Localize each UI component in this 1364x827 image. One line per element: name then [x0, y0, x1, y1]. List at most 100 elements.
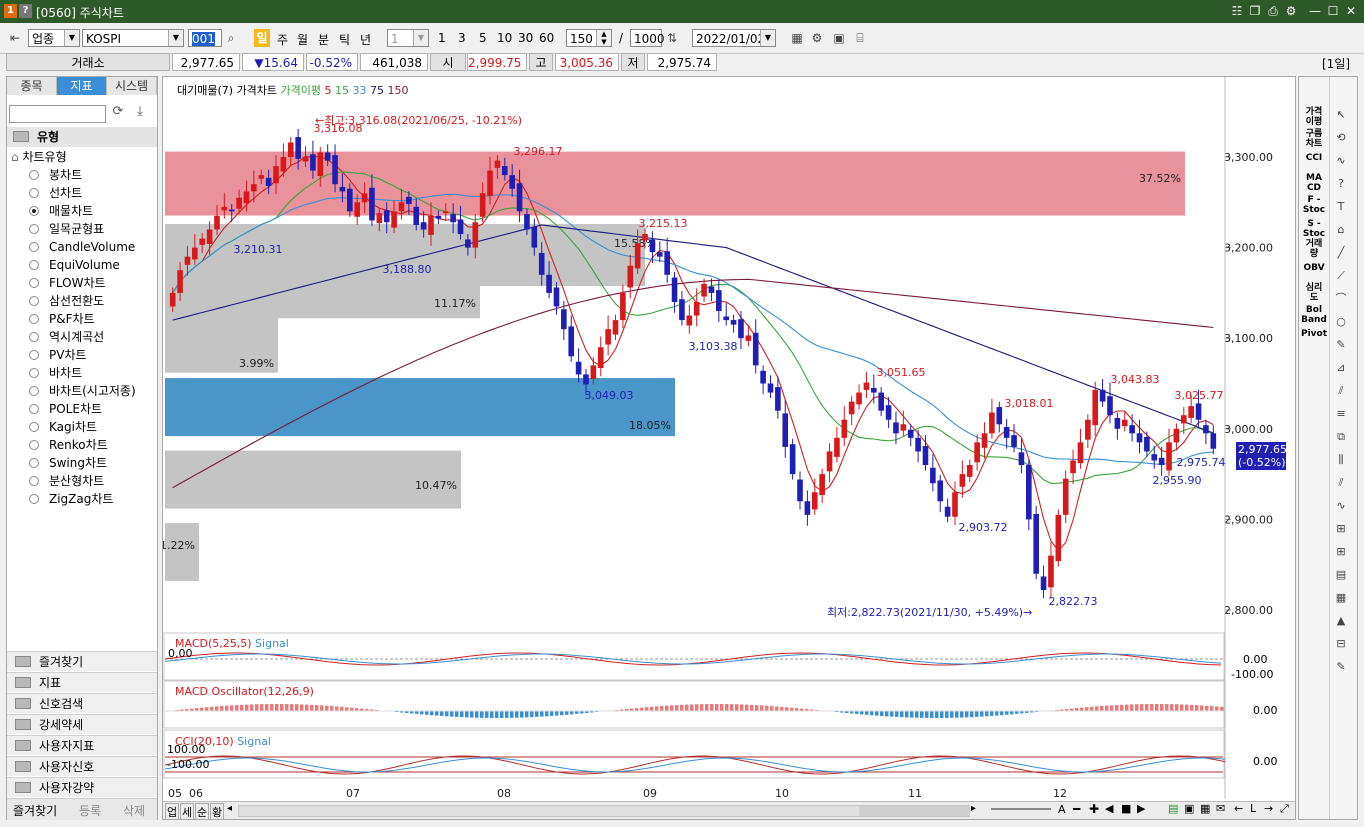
chart-type-9[interactable]: 역시계곡선: [29, 328, 104, 346]
chart-type-2[interactable]: 매물차트: [29, 202, 93, 220]
bottom-tab-4[interactable]: 황: [210, 803, 225, 819]
chart-area[interactable]: 37.52%15.58%11.17%3.99%18.05%10.47%1.22%…: [162, 76, 1296, 820]
text-icon[interactable]: T: [1332, 199, 1350, 215]
prev-item-icon[interactable]: ⇤: [6, 29, 24, 47]
chart-type-16[interactable]: Swing차트: [29, 454, 107, 472]
indicator-shortcut-1[interactable]: 구름 차트: [1301, 129, 1327, 149]
help-logo-icon[interactable]: ?: [19, 4, 32, 18]
line-icon[interactable]: ╱: [1332, 245, 1350, 261]
legend-price-chart[interactable]: 가격차트: [237, 84, 277, 97]
all-icon[interactable]: ∿: [1332, 153, 1350, 169]
indicator-shortcut-3[interactable]: MA CD: [1301, 173, 1327, 193]
radio-icon[interactable]: [29, 314, 39, 324]
radio-icon[interactable]: [29, 296, 39, 306]
arrow-line-icon[interactable]: ⟋: [1332, 268, 1350, 284]
radio-icon[interactable]: [29, 440, 39, 450]
spinner-arrows-icon[interactable]: ▲ ▼: [596, 30, 611, 46]
register-button[interactable]: 등록: [79, 802, 101, 819]
chart-type-15[interactable]: Renko차트: [29, 436, 108, 454]
indicator-shortcut-7[interactable]: OBV: [1301, 263, 1327, 273]
indicator-shortcut-4[interactable]: F - Stoc: [1301, 195, 1327, 215]
auto-icon[interactable]: ⊞: [1332, 521, 1350, 537]
eraser-icon[interactable]: ⟲: [1332, 130, 1350, 146]
chart-type-8[interactable]: P&F차트: [29, 310, 95, 328]
date-select[interactable]: 2022/01/02 ▼: [692, 29, 776, 47]
radio-icon[interactable]: [29, 404, 39, 414]
section-header[interactable]: 유형: [7, 127, 157, 147]
period-day-button[interactable]: 일: [254, 29, 270, 47]
folder-item-3[interactable]: 강세약세: [7, 714, 157, 734]
folder-item-4[interactable]: 사용자지표: [7, 735, 157, 755]
folder-item-5[interactable]: 사용자신호: [7, 756, 157, 776]
period-minute-button[interactable]: 분: [318, 31, 329, 48]
list-icon[interactable]: ▤: [1332, 567, 1350, 583]
indicator-shortcut-9[interactable]: Bol Band: [1301, 305, 1327, 325]
channel-icon[interactable]: ⫽: [1332, 383, 1350, 399]
chart-type-3[interactable]: 일목균형표: [29, 220, 104, 238]
radio-icon[interactable]: [29, 386, 39, 396]
prev-icon[interactable]: ◀: [1105, 802, 1113, 815]
tools-icon[interactable]: ⌸: [851, 29, 869, 47]
save-icon[interactable]: ▣: [830, 29, 848, 47]
image-icon[interactable]: ▦: [1200, 802, 1210, 815]
chart-type-18[interactable]: ZigZag차트: [29, 490, 113, 508]
period-month-button[interactable]: 월: [297, 31, 308, 48]
fibo-icon[interactable]: ≡: [1332, 406, 1350, 422]
chevron-down-icon[interactable]: ▼: [64, 30, 79, 46]
chart-type-17[interactable]: 분산형차트: [29, 472, 104, 490]
legend-ma15[interactable]: 15: [335, 84, 349, 97]
stop-icon[interactable]: ■: [1121, 802, 1131, 815]
cci-signal[interactable]: Signal: [237, 735, 271, 748]
calendar-range-icon[interactable]: ⇅: [663, 29, 681, 47]
mult-5-button[interactable]: 5: [479, 31, 487, 45]
radio-icon[interactable]: [29, 476, 39, 486]
pointer-icon[interactable]: ↖: [1332, 107, 1350, 123]
interval-select[interactable]: 1 ▼: [387, 29, 429, 47]
period-tick-button[interactable]: 틱: [339, 31, 350, 48]
scroll-left-icon[interactable]: ◂: [227, 803, 232, 814]
tab-stock[interactable]: 종목: [7, 77, 57, 95]
max-count-input[interactable]: 1000: [630, 29, 665, 47]
close-icon[interactable]: ✕: [1344, 4, 1358, 18]
chart-icon[interactable]: ▲: [1332, 613, 1350, 629]
radio-icon[interactable]: [29, 260, 39, 270]
zoom-slider[interactable]: [991, 808, 1051, 810]
tab-system[interactable]: 시스템: [107, 77, 157, 95]
save-chart-icon[interactable]: ▣: [1184, 802, 1194, 815]
favorites-button[interactable]: 즐겨찾기: [13, 802, 57, 819]
table-icon[interactable]: ▦: [1332, 590, 1350, 606]
chart-type-6[interactable]: FLOW차트: [29, 274, 106, 292]
indicator-shortcut-8[interactable]: 심리 도: [1301, 283, 1327, 303]
layout-icon[interactable]: ⊞: [1332, 544, 1350, 560]
mult-30-button[interactable]: 30: [518, 31, 533, 45]
folder-item-0[interactable]: 즐겨찾기: [7, 651, 157, 671]
folder-item-1[interactable]: 지표: [7, 672, 157, 692]
period-week-button[interactable]: 주: [277, 31, 288, 48]
excel-icon[interactable]: ▤: [1168, 802, 1178, 815]
market-select[interactable]: 업종 ▼: [28, 29, 80, 47]
bottom-tab-2[interactable]: 세: [180, 803, 195, 819]
legend-ma[interactable]: 가격이평: [281, 84, 321, 97]
radio-icon[interactable]: [29, 188, 39, 198]
window-list-icon[interactable]: ☷: [1230, 4, 1244, 18]
grid-icon[interactable]: ⫼: [1332, 452, 1350, 468]
chart-type-13[interactable]: POLE차트: [29, 400, 102, 418]
minimize-icon[interactable]: —: [1308, 4, 1322, 18]
radio-icon[interactable]: [29, 242, 39, 252]
chart-settings-icon[interactable]: ⚙: [808, 29, 826, 47]
chart-type-11[interactable]: 바차트: [29, 364, 82, 382]
forward-icon[interactable]: →: [1264, 802, 1273, 815]
osc-title[interactable]: MACD Oscillator(12,26,9): [175, 685, 314, 698]
wave-icon[interactable]: ∿: [1332, 498, 1350, 514]
scrollbar-thumb[interactable]: [859, 806, 969, 816]
indicator-shortcut-5[interactable]: S - Stoc: [1301, 219, 1327, 239]
chart-type-0[interactable]: 봉차트: [29, 166, 82, 184]
print-icon[interactable]: ⎙: [1266, 4, 1280, 18]
chevron-down-icon[interactable]: ▼: [760, 30, 775, 46]
mult-10-button[interactable]: 10: [497, 31, 512, 45]
index-select[interactable]: KOSPI ▼: [82, 29, 184, 47]
zoom-out-icon[interactable]: ━: [1073, 802, 1080, 816]
mult-60-button[interactable]: 60: [539, 31, 554, 45]
legend-ma33[interactable]: 33: [353, 84, 367, 97]
indicator-shortcut-2[interactable]: CCI: [1301, 153, 1327, 163]
